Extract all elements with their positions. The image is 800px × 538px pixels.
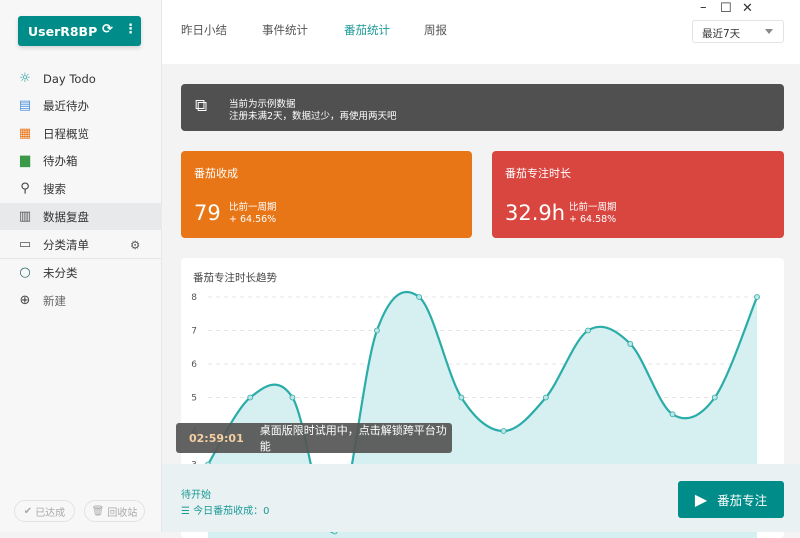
- y-tick-label: 6: [191, 360, 197, 370]
- card-compare: 比前一周期 + 64.58%: [569, 202, 617, 226]
- data-point[interactable]: [458, 394, 465, 401]
- card-value: 32.9h: [505, 201, 566, 225]
- sidebar-item-recent[interactable]: ▤ 最近待办: [0, 92, 162, 119]
- user-button[interactable]: UserR8BP ⟳ ⋮: [18, 16, 141, 46]
- tab-yesterday[interactable]: 昨日小结: [181, 22, 227, 38]
- label: 日程概览: [43, 126, 89, 141]
- label: 待办箱: [43, 153, 78, 168]
- gear-icon[interactable]: ⚙: [130, 238, 140, 252]
- data-point[interactable]: [247, 394, 254, 401]
- label: 回收站: [107, 507, 138, 519]
- tab-events[interactable]: 事件统计: [262, 22, 308, 38]
- data-point[interactable]: [542, 394, 549, 401]
- y-tick-label: 8: [191, 293, 197, 303]
- tab-weekly[interactable]: 周报: [424, 22, 447, 38]
- data-point[interactable]: [500, 428, 507, 434]
- trial-toast[interactable]: 02:59:01 桌面版限时试用中，点击解锁跨平台功能: [176, 423, 452, 453]
- sidebar-item-schedule[interactable]: ▦ 日程概览: [0, 120, 162, 147]
- chart-icon: ▥: [18, 209, 32, 224]
- card-value: 79: [194, 201, 221, 225]
- label: 已达成: [35, 507, 66, 519]
- sidebar-item-day-todo[interactable]: ☼ Day Todo: [0, 65, 162, 92]
- list-box-icon: ▭: [18, 237, 32, 252]
- data-point[interactable]: [374, 327, 380, 334]
- data-point[interactable]: [416, 294, 423, 300]
- more-icon[interactable]: ⋮: [124, 22, 137, 37]
- card-compare: 比前一周期 + 64.56%: [229, 202, 277, 226]
- label: 番茄专注: [717, 493, 768, 508]
- circle-icon: ○: [19, 265, 31, 280]
- label: 新建: [43, 293, 66, 308]
- tab-pomodoro[interactable]: 番茄统计: [344, 22, 390, 38]
- compare-label: 比前一周期: [229, 202, 277, 213]
- data-point[interactable]: [754, 294, 760, 300]
- plus-circle-icon: ⊕: [19, 293, 31, 308]
- calendar-icon: ▤: [18, 98, 32, 113]
- range-select[interactable]: 最近7天: [692, 20, 784, 43]
- card-title: 番茄收成: [194, 167, 238, 180]
- trial-message: 桌面版限时试用中，点击解锁跨平台功能: [259, 424, 447, 453]
- today-count[interactable]: ☰ 今日番茄收成：0: [181, 502, 270, 517]
- chart-search-icon: ⧉: [195, 96, 208, 116]
- search-icon: ⚲: [20, 181, 30, 196]
- chevron-down-icon: [765, 29, 773, 38]
- label: 搜索: [43, 181, 66, 196]
- data-point[interactable]: [711, 394, 718, 401]
- schedule-icon: ▦: [18, 126, 32, 141]
- done-button[interactable]: ✔ 已达成: [14, 500, 75, 522]
- sun-icon: ☼: [19, 71, 31, 86]
- trash-icon: 🗑: [91, 505, 105, 517]
- trash-button[interactable]: 🗑 回收站: [84, 500, 145, 522]
- play-icon: ▶: [694, 490, 708, 509]
- data-point[interactable]: [585, 327, 591, 334]
- sidebar: UserR8BP ⟳ ⋮ ☼ Day Todo ▤ 最近待办 ▦ 日程概览 ▆ 待办箱 …: [0, 0, 162, 532]
- sidebar-new-button[interactable]: ⊕ 新建: [0, 287, 162, 314]
- maximize-icon[interactable]: ☐: [720, 1, 732, 16]
- list-icon: ☰: [181, 506, 194, 517]
- close-icon[interactable]: ✕: [742, 1, 753, 16]
- sidebar-item-uncategorized[interactable]: ○ 未分类: [0, 259, 162, 286]
- sidebar-item-review[interactable]: ▥ 数据复盘: [0, 203, 162, 230]
- label: 分类清单: [43, 237, 89, 252]
- username: UserR8BP: [28, 23, 98, 39]
- range-value: 最近7天: [702, 28, 741, 40]
- card-pomodoro-harvest: 番茄收成 79 比前一周期 + 64.56%: [181, 151, 472, 238]
- minimize-icon[interactable]: –: [700, 0, 707, 15]
- compare-delta: + 64.56%: [229, 214, 277, 225]
- today-label: 今日番茄收成：0: [193, 506, 270, 517]
- y-tick-label: 5: [191, 394, 197, 404]
- data-point[interactable]: [627, 341, 634, 347]
- check-icon: ✔: [23, 505, 33, 517]
- label: 最近待办: [43, 98, 89, 113]
- inbox-icon: ▆: [20, 153, 30, 168]
- trial-timer: 02:59:01: [189, 431, 244, 445]
- label: 未分类: [43, 265, 78, 280]
- sidebar-item-lists[interactable]: ▭ 分类清单 ⚙: [0, 231, 162, 258]
- compare-delta: + 64.58%: [569, 214, 617, 225]
- sync-icon[interactable]: ⟳: [102, 22, 113, 37]
- label: Day Todo: [43, 71, 96, 86]
- banner-text: 注册未满2天，数据过少，再使用两天吧: [229, 111, 397, 122]
- data-point[interactable]: [289, 394, 296, 401]
- sidebar-item-search[interactable]: ⚲ 搜索: [0, 175, 162, 202]
- card-focus-duration: 番茄专注时长 32.9h 比前一周期 + 64.58%: [492, 151, 784, 238]
- label: 数据复盘: [43, 209, 89, 224]
- compare-label: 比前一周期: [569, 202, 617, 213]
- y-tick-label: 7: [191, 327, 197, 337]
- data-point[interactable]: [669, 411, 676, 418]
- timer-status: 待开始: [181, 490, 211, 501]
- sidebar-item-inbox[interactable]: ▆ 待办箱: [0, 147, 162, 174]
- sample-data-banner: ⧉ 当前为示例数据 注册未满2天，数据过少，再使用两天吧: [181, 84, 784, 131]
- start-focus-button[interactable]: ▶ 番茄专注: [678, 481, 784, 518]
- card-title: 番茄专注时长: [505, 167, 571, 180]
